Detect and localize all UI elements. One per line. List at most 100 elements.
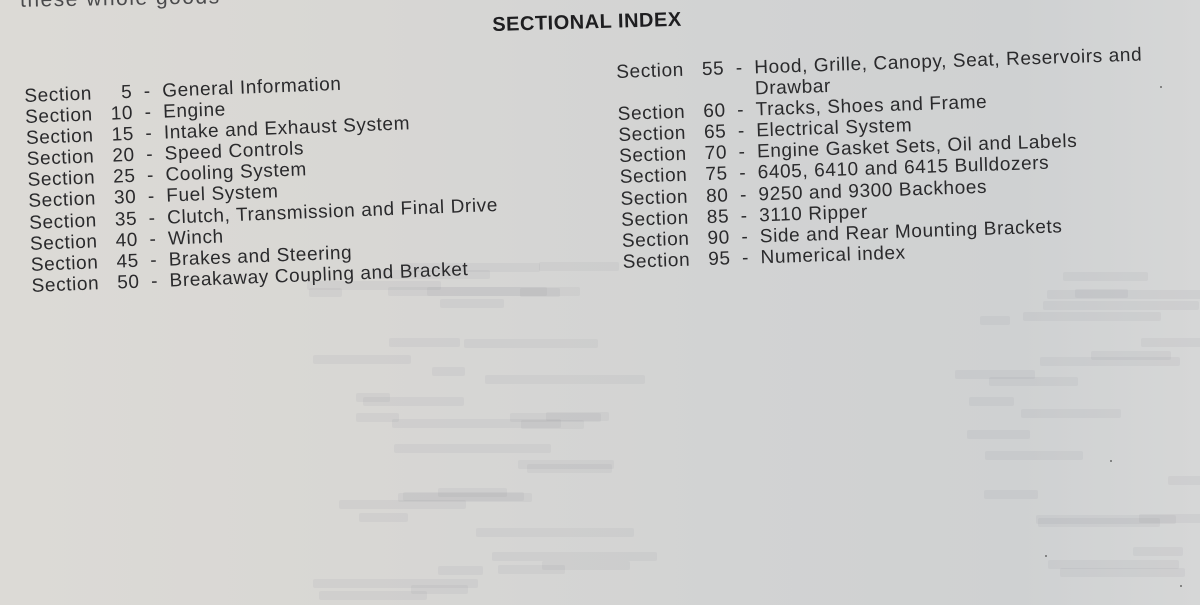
bleed-mark	[403, 491, 524, 501]
bleed-mark	[387, 287, 548, 297]
bleed-mark	[309, 287, 343, 297]
section-number: 40	[115, 229, 139, 252]
section-number: 45	[116, 250, 140, 273]
bleed-mark	[438, 566, 483, 576]
section-label: Section	[24, 104, 94, 129]
bleed-mark	[362, 396, 465, 406]
paper-speck	[1045, 555, 1047, 557]
section-title: Engine	[162, 99, 227, 123]
section-number: 20	[112, 145, 136, 167]
section-label: Section	[616, 59, 685, 83]
document-page: these whole goods SECTIONAL INDEX Sectio…	[0, 0, 1200, 605]
bleed-mark	[464, 339, 598, 349]
bleed-mark	[392, 418, 561, 428]
section-number: 5	[120, 81, 133, 104]
section-label: Section	[620, 186, 689, 210]
section-number: 65	[703, 121, 727, 144]
separator: -	[735, 57, 744, 80]
section-number: 50	[116, 271, 141, 294]
separator: -	[145, 123, 153, 145]
separator: -	[738, 163, 747, 185]
bleed-mark	[1141, 338, 1200, 348]
bleed-mark	[484, 374, 645, 384]
section-label: Section	[28, 188, 97, 213]
section-label: Section	[620, 207, 690, 231]
separator: -	[736, 99, 745, 122]
bleed-mark	[1047, 560, 1179, 570]
section-number: 95	[707, 248, 731, 270]
bleed-mark	[539, 262, 620, 272]
section-number: 85	[706, 205, 730, 228]
bleed-mark	[1042, 300, 1199, 310]
paper-speck	[1110, 460, 1112, 462]
bleed-mark	[526, 463, 613, 473]
section-label: Section	[28, 209, 98, 234]
bleed-mark	[338, 500, 467, 510]
separator: -	[737, 121, 746, 143]
bleed-mark	[440, 299, 505, 309]
section-number: 30	[113, 187, 137, 210]
section-list-left: Section 5- General Information Section 10- E…	[24, 68, 501, 297]
bleed-mark	[520, 288, 560, 298]
section-number: 75	[705, 163, 729, 186]
section-number: 60	[703, 100, 727, 123]
bleed-mark	[312, 579, 479, 589]
paper-speck	[1160, 86, 1162, 88]
section-number: 70	[704, 142, 728, 165]
bleed-mark	[431, 367, 465, 377]
bleed-mark	[1132, 546, 1184, 556]
bleed-mark	[955, 370, 1036, 380]
bleed-mark	[1038, 518, 1160, 528]
section-label: Section	[619, 165, 688, 189]
section-number: 55	[701, 58, 725, 81]
bleed-mark	[546, 411, 609, 421]
page-title: SECTIONAL INDEX	[492, 8, 682, 36]
bleed-mark	[426, 286, 580, 296]
bleed-mark	[541, 561, 630, 571]
bleed-mark	[1063, 271, 1148, 281]
separator: -	[149, 249, 158, 272]
bleed-mark	[1167, 475, 1200, 485]
bleed-mark	[509, 413, 602, 423]
bleed-mark	[1021, 409, 1121, 418]
bleed-mark	[518, 459, 614, 469]
bleed-mark	[475, 527, 634, 537]
bleed-mark	[1040, 356, 1180, 366]
bleed-mark	[968, 397, 1015, 407]
separator: -	[147, 186, 156, 208]
section-title-continuation: Drawbar	[754, 75, 832, 100]
previous-text-fragment: these whole goods	[20, 0, 221, 13]
section-label: Section	[618, 123, 687, 147]
bleed-mark	[498, 564, 566, 574]
bleed-mark	[1047, 290, 1200, 300]
section-number: 80	[705, 184, 729, 207]
bleed-mark	[394, 443, 552, 453]
bleed-mark	[989, 377, 1078, 387]
bleed-mark	[1090, 351, 1171, 361]
separator: -	[145, 144, 154, 166]
section-number: 25	[112, 166, 136, 189]
section-title: Numerical index	[760, 242, 907, 269]
section-number: 10	[110, 102, 134, 125]
bleed-mark	[318, 590, 427, 600]
bleed-mark	[359, 512, 408, 522]
separator: -	[143, 81, 152, 103]
bleed-mark	[1022, 312, 1161, 322]
separator: -	[150, 270, 159, 293]
section-number: 35	[114, 208, 138, 231]
section-label: Section	[617, 101, 686, 126]
bleed-mark	[437, 488, 507, 498]
section-label: Section	[26, 146, 95, 171]
bleed-mark	[966, 429, 1030, 439]
section-title: Winch	[167, 226, 225, 250]
separator: -	[144, 102, 152, 124]
section-label: Section	[24, 83, 93, 107]
separator: -	[740, 205, 748, 227]
section-label: Section	[29, 230, 99, 255]
separator: -	[149, 228, 157, 250]
bleed-mark	[388, 338, 461, 348]
section-label: Section	[25, 125, 94, 150]
separator: -	[148, 207, 157, 229]
bleed-mark	[355, 413, 399, 423]
section-label: Section	[30, 252, 99, 276]
